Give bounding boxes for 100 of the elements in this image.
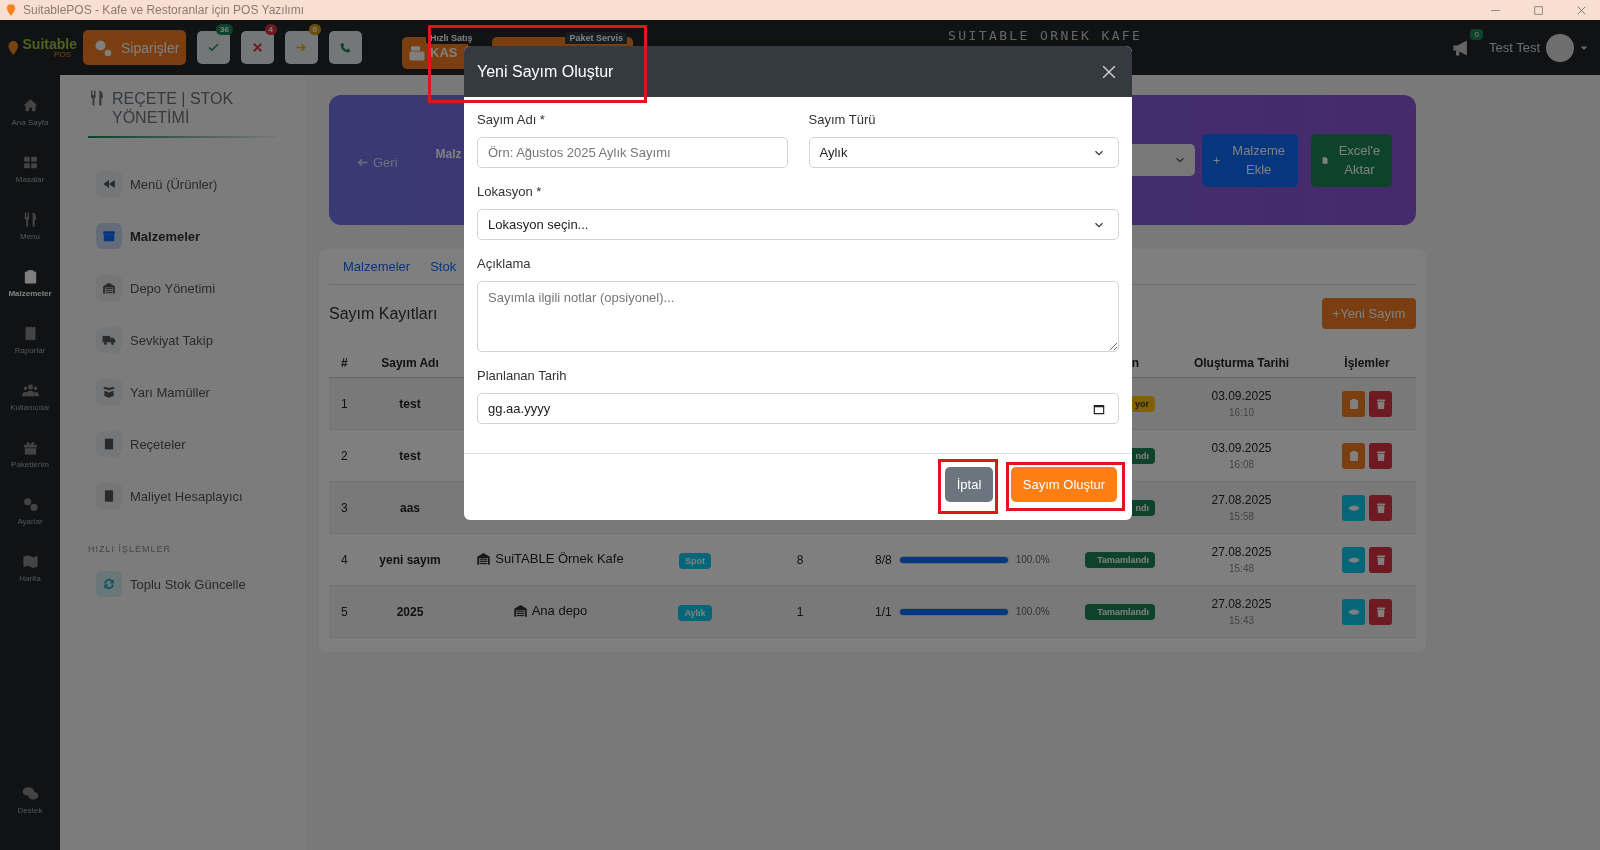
venue-name: SUITABLE ORNEK KAFE [948, 28, 1143, 43]
progress-text: 8/8 [875, 552, 892, 567]
arrow-button[interactable] [285, 31, 318, 64]
view-button[interactable] [1342, 494, 1365, 521]
count-button[interactable] [1342, 442, 1365, 469]
column-header: Oluşturma Tarihi [1192, 355, 1291, 370]
delete-button[interactable] [1369, 390, 1392, 417]
warehouse-icon [102, 281, 116, 295]
export-button[interactable]: Excel'e Aktar [1311, 133, 1392, 187]
field-label: Lokasyon * [477, 184, 543, 200]
nav-item[interactable]: Ana Sayfa [0, 83, 60, 140]
table-cell: Ana depo [531, 602, 588, 618]
cross-button[interactable] [241, 31, 274, 64]
receipt-icon [102, 437, 116, 451]
delete-button[interactable] [1369, 546, 1392, 573]
add-button[interactable]: Malzeme Ekle [1202, 133, 1298, 187]
date-text: 27.08.2025 [1211, 545, 1272, 559]
table-cell-text: test [398, 396, 422, 411]
table-cell-text: 2 [340, 448, 349, 463]
sidebar-item[interactable]: Maliyet Hesaplayıcı [88, 470, 284, 522]
section-title: Sayım Kayıtları [329, 304, 438, 323]
date-text: 27.08.2025 [1211, 597, 1272, 611]
count-button[interactable] [1342, 390, 1365, 417]
date-field[interactable]: gg.aa.yyyy [477, 393, 1119, 424]
tab[interactable]: Malzemeler [343, 255, 411, 278]
delete-button[interactable] [1369, 442, 1392, 469]
input-field[interactable]: Örn: Ağustos 2025 Aylık Sayımı [477, 137, 788, 168]
trash-icon [1374, 397, 1387, 410]
refresh-icon [102, 577, 116, 591]
banner-text: Malz [435, 147, 462, 161]
section-heading: HIZLI İŞLEMLER [88, 544, 173, 556]
sidebar-item[interactable]: Toplu Stok Güncelle [88, 558, 284, 610]
dropdown[interactable]: Aylık [808, 137, 1119, 168]
table-cell-text: test [398, 448, 422, 463]
close-icon [251, 41, 264, 54]
truck-icon [102, 333, 116, 347]
field-label: Sayım Adı * [477, 112, 546, 128]
table-cell-text: 5 [340, 604, 349, 619]
nav-item[interactable]: Paketlerim [0, 425, 60, 482]
sidebar-title: REÇETE | STOK YÖNETİMİ [112, 89, 235, 127]
nav-item[interactable]: Menu [0, 197, 60, 254]
create-button[interactable]: Sayım Oluştur [1011, 467, 1117, 502]
user-name[interactable]: Test Test [1488, 40, 1540, 55]
box-icon [102, 229, 116, 243]
table-cell-text: 1 [795, 604, 805, 619]
trash-icon [1374, 605, 1387, 618]
table-cell-text: 8 [795, 552, 805, 567]
view-button[interactable] [1342, 546, 1365, 573]
orders-button[interactable]: Siparişler [83, 30, 186, 65]
open-box-icon [102, 385, 116, 399]
notification-badge: 0 [1470, 28, 1483, 40]
table-cell-text: yeni sayım [378, 552, 442, 567]
logo: Suitable POS [22, 36, 77, 59]
nav-item[interactable]: Kullanıcılar [0, 368, 60, 425]
sidebar-item[interactable]: Sevkiyat Takip [88, 314, 284, 366]
text-area[interactable]: Sayımla ilgili notlar (opsiyonel)... [477, 281, 1119, 352]
table-cell-text: 3 [340, 500, 349, 515]
avatar[interactable] [1546, 33, 1574, 62]
new-count-button[interactable]: +Yeni Sayım [1322, 298, 1416, 329]
nav-item[interactable]: Malzemeler [0, 254, 60, 311]
delete-button[interactable] [1369, 598, 1392, 625]
nav-item[interactable]: Harita [0, 539, 60, 596]
backward-icon [102, 177, 116, 191]
clipboard-icon [1347, 449, 1360, 462]
nav-item[interactable]: Destek [0, 771, 60, 828]
warehouse-icon [476, 550, 492, 566]
clipboard-icon [1347, 397, 1360, 410]
column-header: Sayım Adı [380, 355, 440, 370]
tab[interactable]: Stok [430, 255, 457, 278]
nav-item[interactable]: Raporlar [0, 311, 60, 368]
trash-icon [1374, 501, 1387, 514]
nav-item[interactable]: Ayarlar [0, 482, 60, 539]
maximize-icon[interactable] [1532, 3, 1545, 17]
delete-button[interactable] [1369, 494, 1392, 521]
dropdown[interactable]: Lokasyon seçin... [477, 209, 1119, 240]
field-label: Açıklama [477, 256, 532, 272]
check-button[interactable] [197, 31, 230, 64]
sidebar-item[interactable]: Menü (Ürünler) [88, 158, 284, 210]
checkmark-icon [207, 41, 220, 54]
sidebar-item[interactable]: Reçeteler [88, 418, 284, 470]
sidebar-item[interactable]: Depo Yönetimi [88, 262, 284, 314]
map-icon [21, 552, 39, 570]
column-header: n [1130, 355, 1140, 370]
count-badge: 0 [308, 24, 321, 35]
sidebar-item[interactable]: Malzemeler [88, 210, 284, 262]
time-text: 16:08 [1229, 459, 1254, 470]
status-tag: Tamamlandı [1085, 551, 1155, 568]
dialog-title: Yeni Sayım Oluştur [477, 62, 614, 81]
view-button[interactable] [1342, 598, 1365, 625]
cancel-button[interactable]: İptal [945, 467, 993, 502]
sidebar-item[interactable]: Yarı Mamüller [88, 366, 284, 418]
phone-button[interactable] [329, 31, 362, 64]
warehouse-icon [512, 602, 528, 618]
table-cell-text: 1 [340, 396, 349, 411]
arrow-right-icon [295, 41, 308, 54]
home-icon [21, 96, 39, 114]
table-cell-text: aas [399, 500, 421, 515]
nav-item[interactable]: Masalar [0, 140, 60, 197]
users-icon [21, 381, 39, 399]
percent-text: 100.0% [1015, 554, 1050, 565]
